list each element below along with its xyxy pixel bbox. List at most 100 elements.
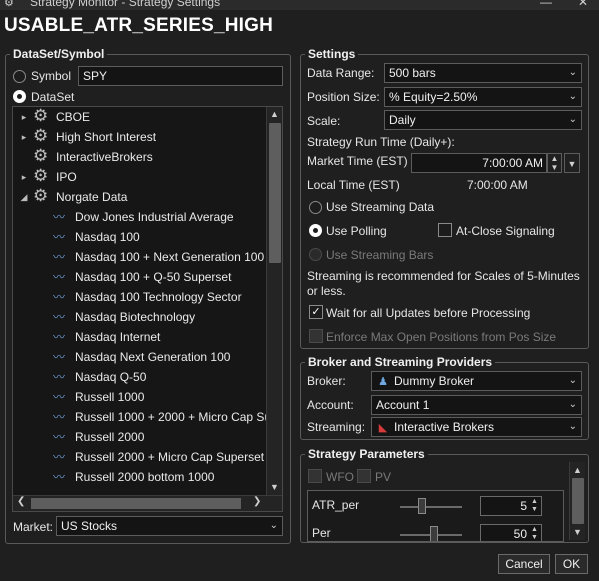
tree-item-label: InteractiveBrokers [56, 150, 153, 164]
parameters-vertical-scrollbar[interactable]: ▲ ▼ [569, 462, 585, 540]
wait-for-updates-checkbox[interactable]: ✓ [309, 305, 323, 319]
tree-item[interactable]: ▸ ⚙ IPO [13, 166, 266, 187]
tree-item[interactable]: 〰 Russell 2000 [13, 427, 266, 447]
account-select[interactable]: Account 1 ⌄ [371, 395, 582, 415]
at-close-signaling-checkbox[interactable] [438, 223, 452, 237]
local-time-label: Local Time (EST) [307, 178, 400, 192]
tree-item[interactable]: 〰 Russell 1000 + 2000 + Micro Cap Sup [13, 407, 278, 427]
strategy-title: USABLE_ATR_SERIES_HIGH [4, 15, 274, 36]
tree-item[interactable]: 〰 Russell 2000 + Micro Cap Superset [13, 447, 266, 467]
use-streaming-bars-radio[interactable] [309, 248, 322, 261]
tree-item[interactable]: 〰 Russell 1000 [13, 387, 266, 407]
tree-item[interactable]: ▸ ⚙ High Short Interest [13, 126, 266, 147]
data-range-value: 500 bars [389, 66, 436, 80]
dataset-symbol-legend: DataSet/Symbol [13, 47, 105, 61]
scroll-left-icon[interactable]: ❮ [17, 496, 25, 507]
enforce-max-open-checkbox[interactable] [309, 329, 323, 343]
spin-up-icon[interactable]: ▲ [548, 154, 561, 163]
slider-thumb[interactable] [417, 498, 426, 514]
streaming-select[interactable]: ◣ Interactive Brokers ⌄ [371, 417, 582, 437]
tree-item-label: Nasdaq Biotechnology [75, 310, 196, 324]
tree-item[interactable]: 〰 Nasdaq 100 + Q-50 Superset [13, 267, 266, 287]
parameter-value-input[interactable]: 50 ▲ ▼ [480, 524, 542, 541]
position-size-select[interactable]: % Equity=2.50% ⌄ [384, 87, 582, 107]
tree-item-label: CBOE [56, 110, 91, 124]
cancel-button[interactable]: Cancel [498, 554, 550, 574]
tree-item[interactable]: 〰 Nasdaq Next Generation 100 [13, 347, 266, 367]
tree-item[interactable]: ◢ ⚙ Norgate Data [13, 186, 266, 207]
spin-up-icon[interactable]: ▲ [529, 526, 540, 534]
parameter-value-input[interactable]: 5 ▲ ▼ [480, 496, 542, 516]
enforce-max-open-label: Enforce Max Open Positions from Pos Size [326, 330, 557, 344]
tree-item[interactable]: 〰 Nasdaq 100 [13, 227, 266, 247]
tree-item[interactable]: 〰 Nasdaq Q-50 [13, 367, 266, 387]
scroll-down-icon[interactable]: ▼ [570, 527, 585, 537]
close-icon[interactable]: ✕ [578, 0, 588, 9]
tree-vertical-scrollbar[interactable]: ▲ ▼ [266, 107, 282, 495]
tree-item[interactable]: 〰 Russell 2000 bottom 1000 [13, 467, 266, 487]
scale-select[interactable]: Daily ⌄ [384, 110, 582, 130]
expand-arrow-icon[interactable]: ▸ [19, 127, 29, 147]
slider-thumb[interactable] [430, 526, 439, 541]
tree-item[interactable]: ▸ ⚙ CBOE [13, 107, 266, 127]
streaming-value: Interactive Brokers [394, 420, 495, 434]
spin-down-icon[interactable]: ▼ [529, 534, 540, 541]
chevron-down-icon: ⌄ [568, 375, 577, 386]
scale-value: Daily [389, 113, 416, 127]
parameter-slider[interactable] [400, 506, 462, 508]
dataset-radio[interactable] [13, 90, 26, 103]
scroll-up-icon[interactable]: ▲ [267, 109, 282, 119]
tree-item-label: High Short Interest [56, 130, 157, 144]
dataset-icon: 〰 [53, 270, 66, 284]
ok-button[interactable]: OK [555, 554, 588, 574]
pv-checkbox[interactable] [357, 469, 371, 483]
tree-horizontal-scrollbar[interactable]: ❮ ❯ [13, 495, 282, 511]
account-label: Account: [307, 398, 354, 412]
tree-item[interactable]: 〰 Nasdaq Internet [13, 327, 266, 347]
tree-item[interactable]: 〰 Dow Jones Industrial Average [13, 207, 266, 227]
gear-icon: ⚙ [33, 146, 49, 165]
use-streaming-data-radio[interactable] [309, 201, 322, 214]
collapse-arrow-icon[interactable]: ◢ [19, 187, 29, 207]
params-vscroll-thumb[interactable] [572, 478, 584, 524]
market-select[interactable]: US Stocks ⌄ [56, 516, 283, 536]
tree-item[interactable]: 〰 Nasdaq Biotechnology [13, 307, 266, 327]
spin-down-icon[interactable]: ▼ [548, 163, 561, 172]
market-time-dropdown[interactable]: ▼ [564, 153, 580, 173]
spin-down-icon[interactable]: ▼ [529, 506, 540, 514]
tree-item[interactable]: 〰 Nasdaq 100 + Next Generation 100 S [13, 247, 275, 267]
at-close-signaling-label: At-Close Signaling [456, 224, 555, 238]
dataset-tree[interactable]: ▸ ⚙ CBOE ▸ ⚙ High Short Interest ⚙ InteractiveB… [12, 106, 283, 512]
scroll-down-icon[interactable]: ▼ [267, 482, 282, 492]
market-label: Market: [13, 520, 54, 534]
tree-item-label: Russell 2000 [75, 430, 145, 444]
dataset-icon: 〰 [53, 390, 66, 404]
minimize-icon[interactable]: — [540, 0, 552, 9]
streaming-note: Streaming is recommended for Scales of 5… [307, 269, 580, 298]
spin-up-icon[interactable]: ▲ [529, 498, 540, 506]
symbol-input[interactable]: SPY [78, 66, 283, 86]
window-title: Strategy Monitor - Strategy Settings [30, 0, 221, 9]
tree-item[interactable]: 〰 Nasdaq 100 Technology Sector [13, 287, 266, 307]
tree-item-label: Nasdaq 100 + Next Generation 100 S [75, 250, 276, 264]
market-time-spinner[interactable]: ▲ ▼ [547, 153, 562, 173]
use-polling-radio[interactable] [309, 224, 322, 237]
gear-icon: ⚙ [33, 186, 49, 205]
tree-vscroll-thumb[interactable] [269, 123, 281, 263]
wfo-checkbox[interactable] [308, 469, 322, 483]
tree-item[interactable]: ⚙ InteractiveBrokers [13, 146, 266, 167]
chevron-down-icon: ⌄ [568, 399, 577, 410]
expand-arrow-icon[interactable]: ▸ [19, 107, 29, 127]
scroll-up-icon[interactable]: ▲ [570, 465, 585, 475]
tree-hscroll-thumb[interactable] [31, 498, 241, 509]
broker-select[interactable]: ♟ Dummy Broker ⌄ [371, 371, 582, 391]
scroll-right-icon[interactable]: ❯ [253, 496, 261, 507]
data-range-select[interactable]: 500 bars ⌄ [384, 63, 582, 83]
dataset-icon: 〰 [53, 410, 66, 424]
market-time-input[interactable]: 7:00:00 AM [411, 153, 547, 173]
expand-arrow-icon[interactable]: ▸ [19, 167, 29, 187]
dataset-icon: 〰 [53, 450, 66, 464]
symbol-radio[interactable] [13, 70, 26, 83]
parameter-name: ATR_per [312, 498, 360, 512]
symbol-label: Symbol [31, 69, 72, 83]
